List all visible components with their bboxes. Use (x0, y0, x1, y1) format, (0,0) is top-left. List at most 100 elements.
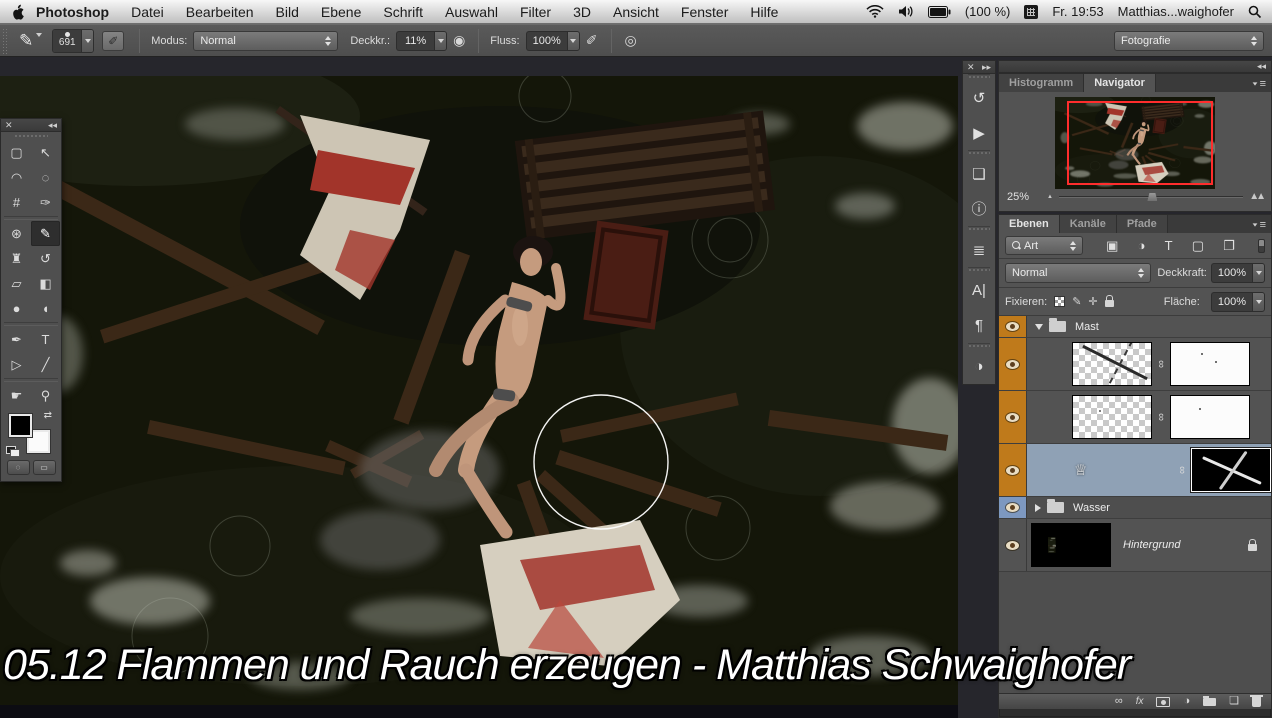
menu-hilfe[interactable]: Hilfe (739, 4, 789, 20)
tool-move[interactable]: ↖ (31, 140, 60, 165)
layer-opacity-input[interactable]: 100% (1210, 263, 1265, 283)
screen-mode-button[interactable]: ▭ (32, 460, 56, 475)
visibility-cell[interactable] (999, 391, 1027, 443)
toggle-brush-panel-button[interactable]: ✐ (102, 30, 125, 51)
menu-ebene[interactable]: Ebene (310, 4, 372, 20)
tool-crop[interactable]: # (2, 190, 31, 215)
tool-rectangular-marquee[interactable]: ▢ (2, 140, 31, 165)
swap-colors-icon[interactable]: ⇄ (44, 410, 52, 421)
layer-row[interactable]: ∞ (999, 338, 1271, 391)
zoom-in-mountain-icon[interactable]: ▲▲ (1249, 192, 1266, 202)
group-name[interactable]: Mast (1075, 321, 1099, 333)
panel-button-info[interactable]: ⓘ (963, 191, 995, 226)
tool-history-brush[interactable]: ↺ (31, 246, 60, 271)
menu-schrift[interactable]: Schrift (372, 4, 434, 20)
blend-mode-select[interactable]: Normal (193, 30, 339, 51)
layer-blend-mode-select[interactable]: Normal (1005, 263, 1151, 283)
visibility-cell[interactable] (999, 316, 1027, 337)
expand-icon[interactable]: ▸▸ (982, 62, 991, 73)
layer-thumbnail[interactable] (1031, 523, 1111, 567)
visibility-cell[interactable] (999, 444, 1027, 496)
filter-smart-object-icon[interactable]: ❐ (1223, 238, 1235, 254)
eye-icon[interactable] (1006, 359, 1019, 369)
zoom-out-mountain-icon[interactable]: ▲ (1047, 194, 1053, 200)
menu-bild[interactable]: Bild (265, 4, 310, 20)
layer-filter-select[interactable]: Art (1005, 236, 1083, 255)
filter-adjustment-icon[interactable]: ◑ (1138, 238, 1146, 253)
brush-tool-icon[interactable]: ✎ (13, 31, 35, 51)
apple-icon[interactable] (10, 3, 25, 20)
tool-eyedropper[interactable]: ✑ (31, 190, 60, 215)
navigator-preview[interactable] (1055, 97, 1215, 189)
panel-button-character-styles[interactable]: ≣ (963, 232, 995, 267)
wifi-icon[interactable] (866, 5, 884, 18)
tool-path-selection[interactable]: ▷ (2, 352, 31, 377)
lock-all-icon[interactable] (1104, 295, 1114, 307)
tool-dodge[interactable]: ◖ (31, 296, 60, 321)
tool-quick-selection[interactable]: ◌ (31, 165, 60, 190)
panel-button-paragraph[interactable]: ¶ (963, 308, 995, 343)
panel-button-history[interactable]: ↺ (963, 80, 995, 115)
visibility-cell[interactable] (999, 338, 1027, 390)
airbrush-icon[interactable]: ✐ (586, 32, 598, 49)
panel-button-actions[interactable]: ▶ (963, 115, 995, 150)
filter-type-icon[interactable]: T (1165, 238, 1173, 253)
tool-healing-brush[interactable]: ⊛ (2, 221, 31, 246)
eye-icon[interactable] (1006, 322, 1019, 331)
battery-icon[interactable] (927, 5, 951, 18)
menu-user[interactable]: Matthias...waighofer (1118, 4, 1234, 19)
layer-row[interactable]: ∞ (999, 391, 1271, 444)
navigator-zoom-value[interactable]: 25% (1007, 191, 1041, 203)
opacity-input[interactable]: 11% (396, 30, 448, 51)
group-name[interactable]: Wasser (1073, 502, 1110, 514)
tool-pen[interactable]: ✒ (2, 327, 31, 352)
tool-lasso[interactable]: ◠ (2, 165, 31, 190)
eye-icon[interactable] (1006, 465, 1019, 475)
quick-mask-button[interactable]: ◌ (6, 460, 30, 475)
navigator-zoom-slider[interactable] (1058, 192, 1244, 202)
brush-size-picker[interactable]: 691 (52, 28, 95, 53)
layer-thumbnail[interactable] (1072, 342, 1152, 386)
panel-menu-icon[interactable]: ≡ (1252, 78, 1266, 90)
slider-knob[interactable] (1147, 193, 1158, 201)
tool-blur[interactable]: ● (2, 296, 31, 321)
menu-photoshop[interactable]: Photoshop (25, 4, 120, 20)
tool-gradient[interactable]: ◧ (31, 271, 60, 296)
layer-style-icon[interactable]: fx (1136, 696, 1144, 707)
collapse-icon[interactable]: ◂◂ (48, 120, 57, 131)
fill-input[interactable]: 100% (1210, 291, 1265, 312)
options-bar-grip[interactable] (2, 27, 9, 54)
layer-row-selected[interactable]: ♕ ∞ (999, 444, 1271, 497)
background-layer-name[interactable]: Hintergrund (1123, 539, 1180, 551)
tool-line[interactable]: ╱ (31, 352, 60, 377)
tool-type[interactable]: T (31, 327, 60, 352)
panel-menu-icon[interactable]: ≡ (1252, 219, 1266, 231)
menu-filter[interactable]: Filter (509, 4, 562, 20)
tool-preset-caret-icon[interactable] (36, 33, 43, 37)
close-icon[interactable]: ✕ (5, 120, 13, 131)
layer-group-wasser[interactable]: Wasser (999, 497, 1271, 519)
panel-button-adjustments[interactable]: ◑ (963, 349, 995, 384)
mask-link-icon[interactable]: ∞ (1155, 413, 1167, 421)
eye-icon[interactable] (1006, 540, 1019, 550)
tool-clone-stamp[interactable]: ♜ (2, 246, 31, 271)
layer-mask-thumbnail[interactable] (1169, 395, 1250, 439)
layer-mask-thumbnail-active[interactable] (1191, 448, 1271, 492)
tool-hand[interactable]: ☛ (2, 383, 31, 408)
document-canvas[interactable] (0, 76, 958, 705)
layer-thumbnail[interactable] (1072, 395, 1152, 439)
mask-link-icon[interactable]: ∞ (1155, 360, 1167, 368)
tab-kanaele[interactable]: Kanäle (1059, 215, 1117, 233)
layer-group-mast[interactable]: Mast (999, 316, 1271, 338)
link-layers-icon[interactable]: ∞ (1115, 696, 1123, 707)
tool-zoom[interactable]: ⚲ (31, 383, 60, 408)
delete-layer-icon[interactable] (1250, 694, 1263, 707)
panel-button-layer-comps[interactable]: ❏ (963, 156, 995, 191)
visibility-cell[interactable] (999, 519, 1027, 571)
tab-ebenen[interactable]: Ebenen (999, 215, 1060, 233)
palette-grip[interactable] (14, 134, 48, 139)
new-adjustment-icon[interactable]: ◑ (1183, 696, 1190, 707)
mask-link-icon[interactable]: ∞ (1176, 466, 1188, 474)
navigator-view-box[interactable] (1067, 101, 1213, 185)
foreground-color-swatch[interactable] (9, 414, 32, 437)
